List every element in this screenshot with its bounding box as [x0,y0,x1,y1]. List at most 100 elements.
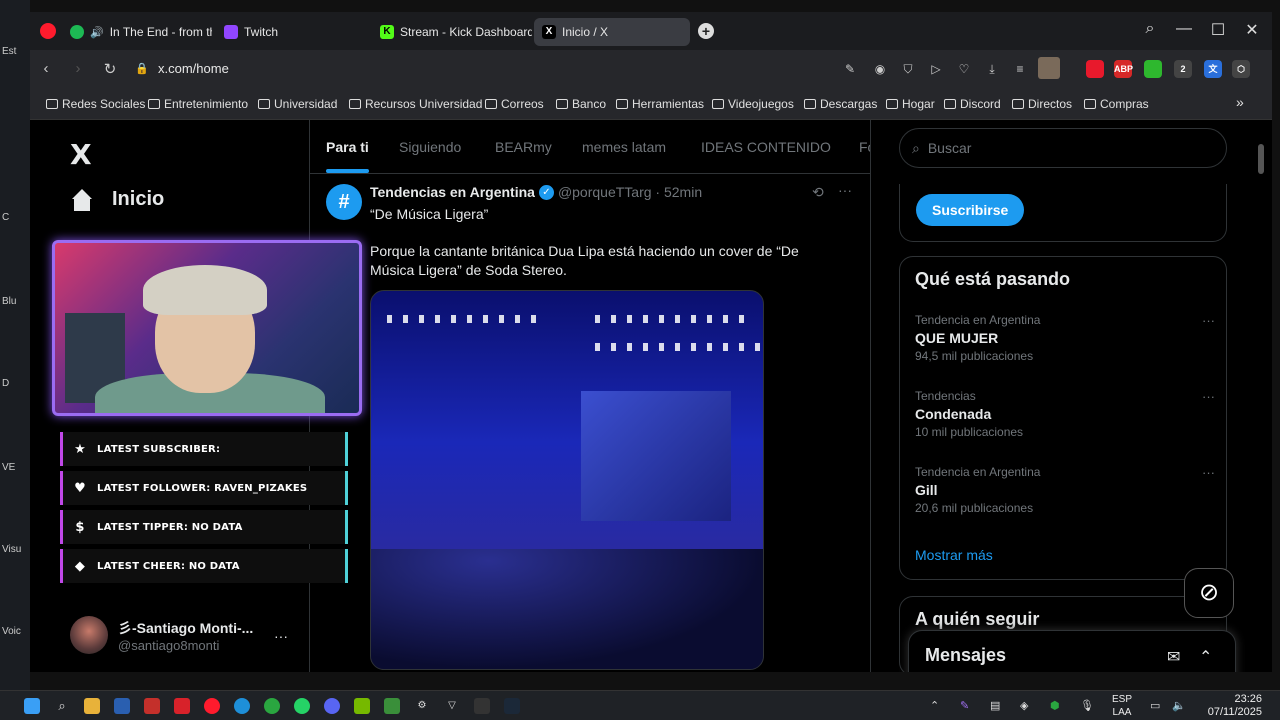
bookmark-folder[interactable]: Descargas [804,97,877,111]
steam-icon[interactable] [504,698,520,714]
heart-outline-icon[interactable]: ♡ [956,61,972,77]
forward-button[interactable]: › [68,60,88,77]
volume-icon[interactable]: 🔈 [1172,699,1186,712]
tab-x-home[interactable]: X Inicio / X [534,18,690,46]
tab-memes-latam[interactable]: memes latam [582,139,666,155]
app-icon[interactable] [174,698,190,714]
show-more-link[interactable]: Mostrar más [915,547,993,563]
clock[interactable]: 23:26 07/11/2025 [1208,693,1262,719]
bookmark-folder[interactable]: Redes Sociales [46,97,145,111]
back-button[interactable]: ‹ [36,60,56,77]
bookmark-folder[interactable]: Videojuegos [712,97,794,111]
tab-spotify[interactable]: 🔊 In The End - from the [62,18,212,46]
edit-icon[interactable]: ✎ [842,61,858,77]
opera-icon[interactable] [204,698,220,714]
ext-notify-icon[interactable]: 2 [1174,60,1192,78]
opera-icon[interactable] [40,23,56,39]
app-icon[interactable] [144,698,160,714]
more-icon[interactable]: ··· [838,182,852,198]
more-icon[interactable]: ··· [1202,389,1215,404]
account-switcher[interactable]: 彡-Santiago Monti-... @santiago8monti [70,616,253,654]
search-tabs-icon[interactable]: ⌕ [1138,20,1162,38]
windows-start-icon[interactable] [24,698,40,714]
bookmark-folder[interactable]: Entretenimiento [148,97,248,111]
menu-icon[interactable]: ≡ [1012,61,1028,77]
send-icon[interactable]: ▷ [928,61,944,77]
tab-twitch[interactable]: Twitch [216,18,366,46]
network-icon[interactable]: ▭ [1150,699,1160,712]
maximize-button[interactable]: ☐ [1206,20,1230,40]
url-input[interactable]: x.com/home [158,61,229,76]
language-indicator[interactable]: ESP LAA [1112,693,1132,719]
tab-bearmy[interactable]: BEARmy [495,139,552,155]
more-icon[interactable]: ··· [274,628,288,644]
shield-ext-icon[interactable] [1144,60,1162,78]
bookmark-folder[interactable]: Correos [485,97,544,111]
post-video[interactable] [370,290,764,670]
post-handle[interactable]: @porqueTTarg · 52min [558,184,702,200]
tray-app-icon[interactable]: ◈ [1020,699,1028,712]
bookmark-folder[interactable]: Compras [1084,97,1149,111]
search-icon[interactable]: ⌕ [54,698,70,714]
minimize-button[interactable]: — [1172,20,1196,38]
tab-ideas-contenido[interactable]: IDEAS CONTENIDO [701,139,831,155]
translate-icon[interactable]: 文 [1204,60,1222,78]
shield-icon[interactable]: ⛉ [900,61,916,77]
profile-avatar-icon[interactable] [1038,57,1060,79]
discord-icon[interactable] [324,698,340,714]
tab-kick[interactable]: K Stream - Kick Dashboard [372,18,532,46]
epic-games-icon[interactable] [474,698,490,714]
more-icon[interactable]: ··· [1202,465,1215,480]
tab-para-ti[interactable]: Para ti [326,139,369,173]
bookmark-folder[interactable]: Banco [556,97,606,111]
app-icon[interactable]: ▽ [444,698,460,714]
trend-item[interactable]: Tendencia en Argentina Gill 20,6 mil pub… [915,465,1215,515]
bookmark-folder[interactable]: Hogar [886,97,935,111]
grok-button[interactable]: ⊘ [1184,568,1234,618]
subscribe-button[interactable]: Suscribirse [916,194,1025,226]
extensions-icon[interactable]: ⬡ [1232,60,1250,78]
whatsapp-icon[interactable] [294,698,310,714]
bookmarks-overflow-button[interactable]: » [1236,94,1244,110]
trend-item[interactable]: Tendencias Condenada 10 mil publicacione… [915,389,1215,439]
x-logo-icon[interactable]: X [70,138,92,171]
tab-siguiendo[interactable]: Siguiendo [399,139,461,155]
download-icon[interactable]: ⤓ [984,61,1000,77]
bookmark-folder[interactable]: Recursos Universidad [349,97,482,111]
tab-more[interactable]: Fo [859,139,870,155]
reload-button[interactable]: ↻ [100,60,120,78]
bookmark-folder[interactable]: Discord [944,97,1001,111]
edge-icon[interactable] [234,698,250,714]
tray-app-icon[interactable]: ✎ [960,699,969,712]
bookmark-folder[interactable]: Herramientas [616,97,704,111]
app-icon[interactable]: ⚙ [414,698,430,714]
camera-icon[interactable]: ◉ [872,61,888,77]
expand-icon[interactable]: ⌃ [1199,647,1212,667]
app-icon[interactable] [114,698,130,714]
nav-home[interactable]: Inicio [70,188,164,211]
bookmark-folder[interactable]: Universidad [258,97,337,111]
messages-drawer[interactable]: Mensajes ✉ ⌃ [908,630,1236,672]
search-input[interactable]: ⌕ Buscar [899,128,1227,168]
post-avatar[interactable]: # [326,184,362,220]
more-icon[interactable]: ··· [1202,313,1215,328]
new-message-icon[interactable]: ✉ [1167,647,1180,667]
file-explorer-icon[interactable] [84,698,100,714]
nvidia-icon[interactable] [354,698,370,714]
scrollbar[interactable] [1258,144,1264,174]
app-icon[interactable] [264,698,280,714]
tray-app-icon[interactable]: ▤ [990,699,1000,712]
close-button[interactable]: ✕ [1240,20,1264,40]
bookmark-folder[interactable]: Directos [1012,97,1072,111]
adblock-icon[interactable]: ABP [1114,60,1133,78]
trend-item[interactable]: Tendencia en Argentina QUE MUJER 94,5 mi… [915,313,1215,363]
tray-app-icon[interactable]: ⬢ [1050,699,1060,712]
grok-icon[interactable]: ⟲ [812,184,824,201]
ext-red-icon[interactable] [1086,60,1104,78]
app-icon[interactable] [384,698,400,714]
microphone-icon[interactable]: 🎙 [1080,699,1094,712]
premium-box: Suscribirse [899,184,1227,242]
new-tab-button[interactable]: + [698,23,714,39]
post-author-name[interactable]: Tendencias en Argentina [370,184,535,200]
tray-overflow-icon[interactable]: ⌃ [930,699,939,712]
